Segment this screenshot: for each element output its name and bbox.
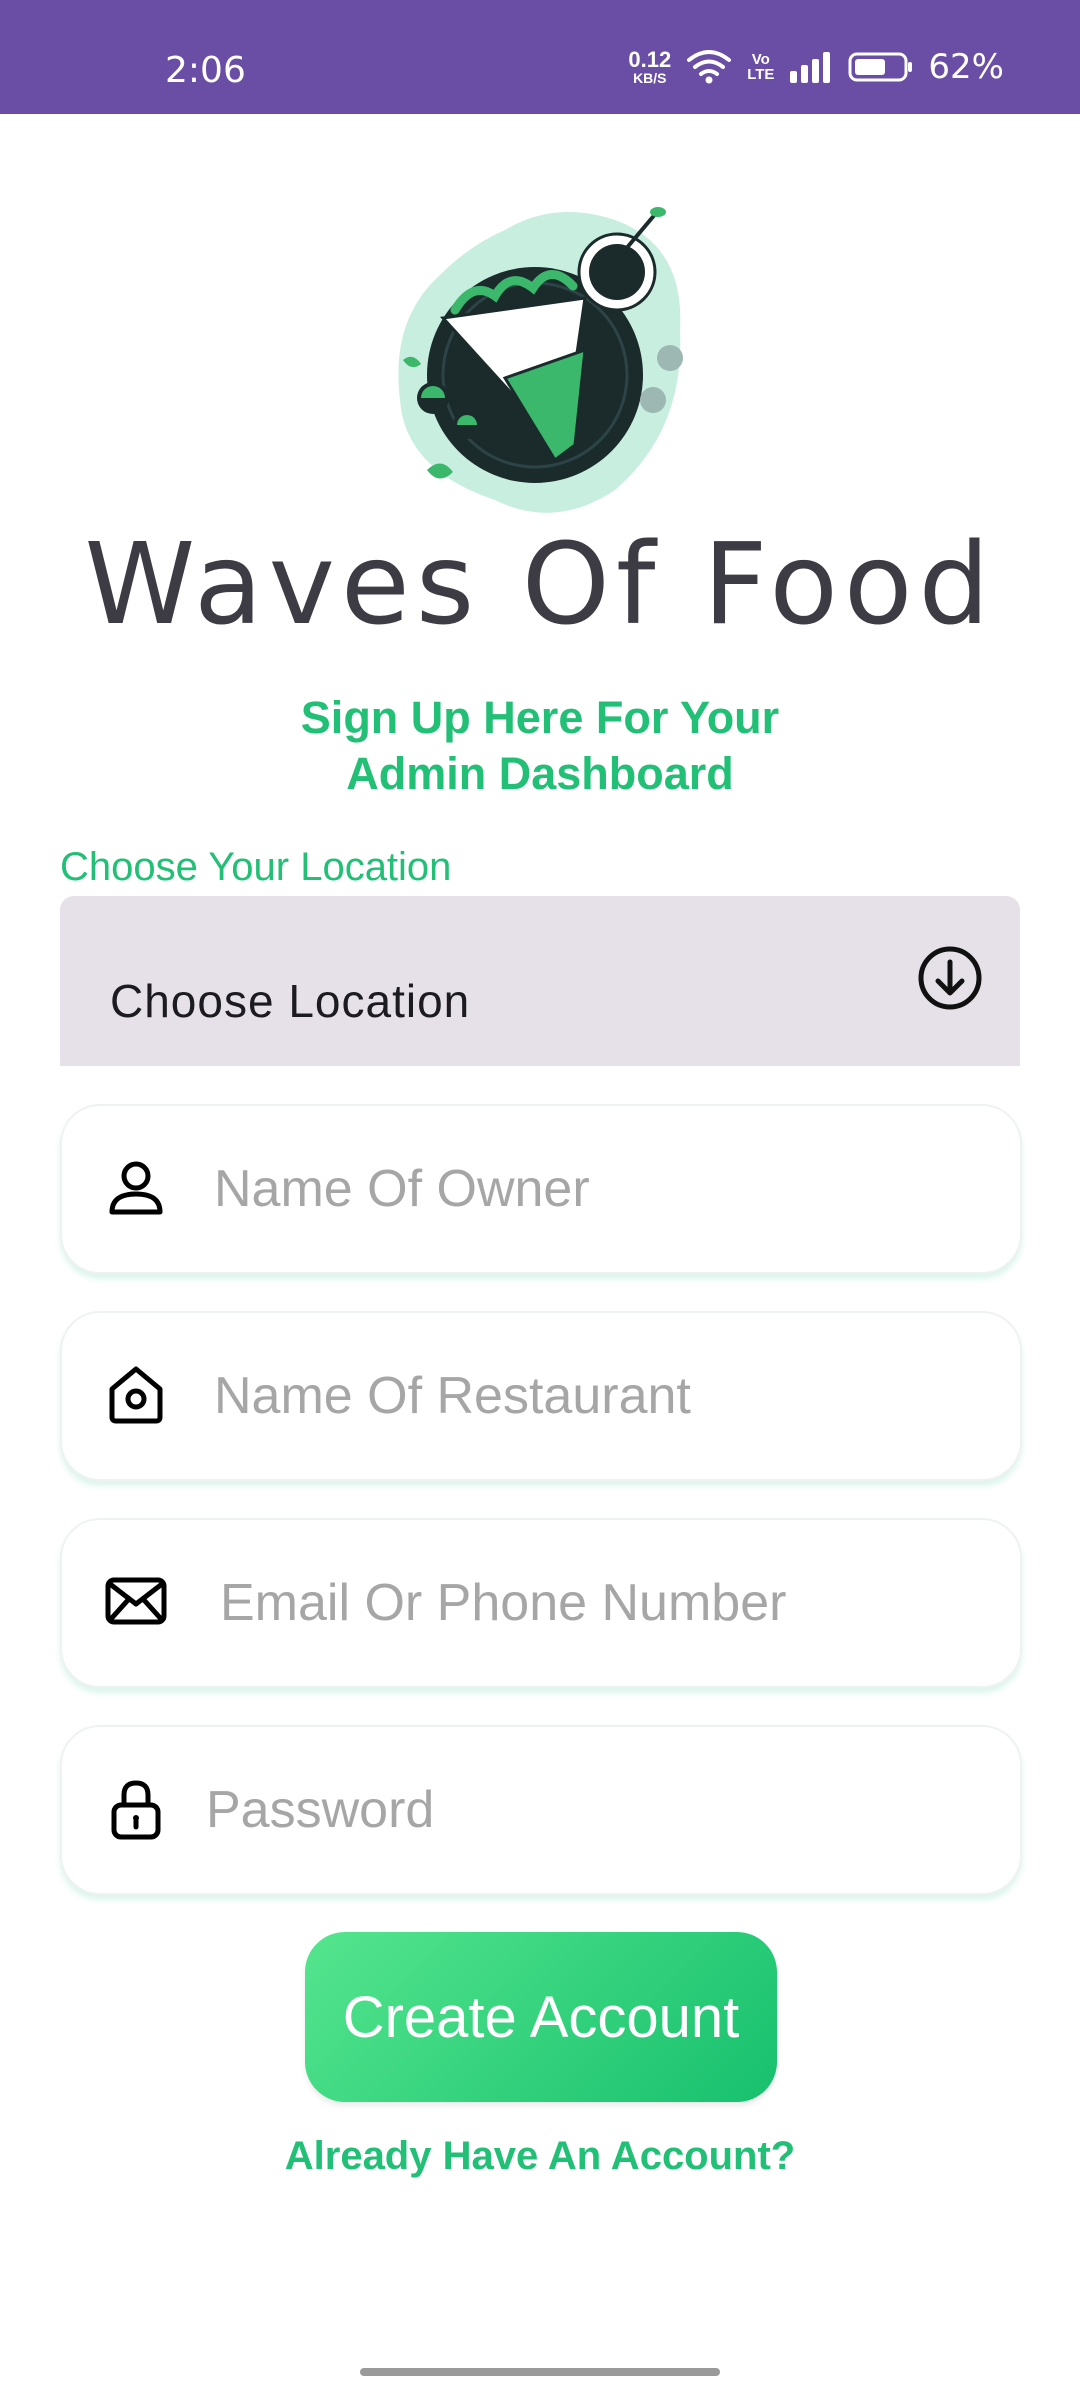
restaurant-name-field[interactable] xyxy=(60,1311,1022,1481)
password-input[interactable] xyxy=(204,1757,988,1863)
person-icon xyxy=(109,1161,163,1215)
food-wrap-illustration xyxy=(398,207,683,513)
volte-bottom: LTE xyxy=(747,66,775,83)
create-account-button[interactable]: Create Account xyxy=(305,1932,777,2102)
page-subtitle: Sign Up Here For Your Admin Dashboard xyxy=(0,690,1080,802)
status-bar: 2:06 0.12 KB/S Vo LTE 62% xyxy=(0,0,1080,114)
arrow-down-circle-icon[interactable] xyxy=(916,944,984,1012)
home-icon xyxy=(109,1366,163,1424)
restaurant-name-input[interactable] xyxy=(212,1343,996,1449)
location-selected-value: Choose Location xyxy=(110,975,471,1027)
battery-percentage: 62% xyxy=(928,47,1004,87)
home-indicator[interactable] xyxy=(360,2368,720,2376)
status-icons: 0.12 KB/S Vo LTE 62% xyxy=(628,44,1004,90)
wifi-icon xyxy=(687,50,732,84)
owner-name-input[interactable] xyxy=(212,1136,996,1242)
location-label: Choose Your Location xyxy=(60,845,452,889)
network-speed: 0.12 KB/S xyxy=(628,47,672,86)
location-dropdown[interactable]: Choose Location xyxy=(60,896,1020,1066)
signal-icon xyxy=(790,52,831,83)
email-phone-field[interactable] xyxy=(60,1518,1022,1688)
battery-icon xyxy=(848,52,913,82)
mail-icon xyxy=(105,1577,167,1625)
status-time: 2:06 xyxy=(165,50,246,91)
already-have-account-link[interactable]: Already Have An Account? xyxy=(0,2134,1080,2179)
network-speed-unit: KB/S xyxy=(633,70,667,86)
password-field[interactable] xyxy=(60,1725,1022,1895)
app-title: Waves Of Food xyxy=(84,520,996,650)
subtitle-line-1: Sign Up Here For Your xyxy=(300,692,780,743)
network-speed-value: 0.12 xyxy=(628,47,672,72)
volte-indicator: Vo LTE xyxy=(747,52,774,82)
subtitle-line-2: Admin Dashboard xyxy=(346,748,734,799)
lock-icon xyxy=(111,1780,161,1840)
owner-name-field[interactable] xyxy=(60,1104,1022,1274)
email-phone-input[interactable] xyxy=(218,1550,1002,1656)
volte-top: Vo xyxy=(751,51,770,68)
